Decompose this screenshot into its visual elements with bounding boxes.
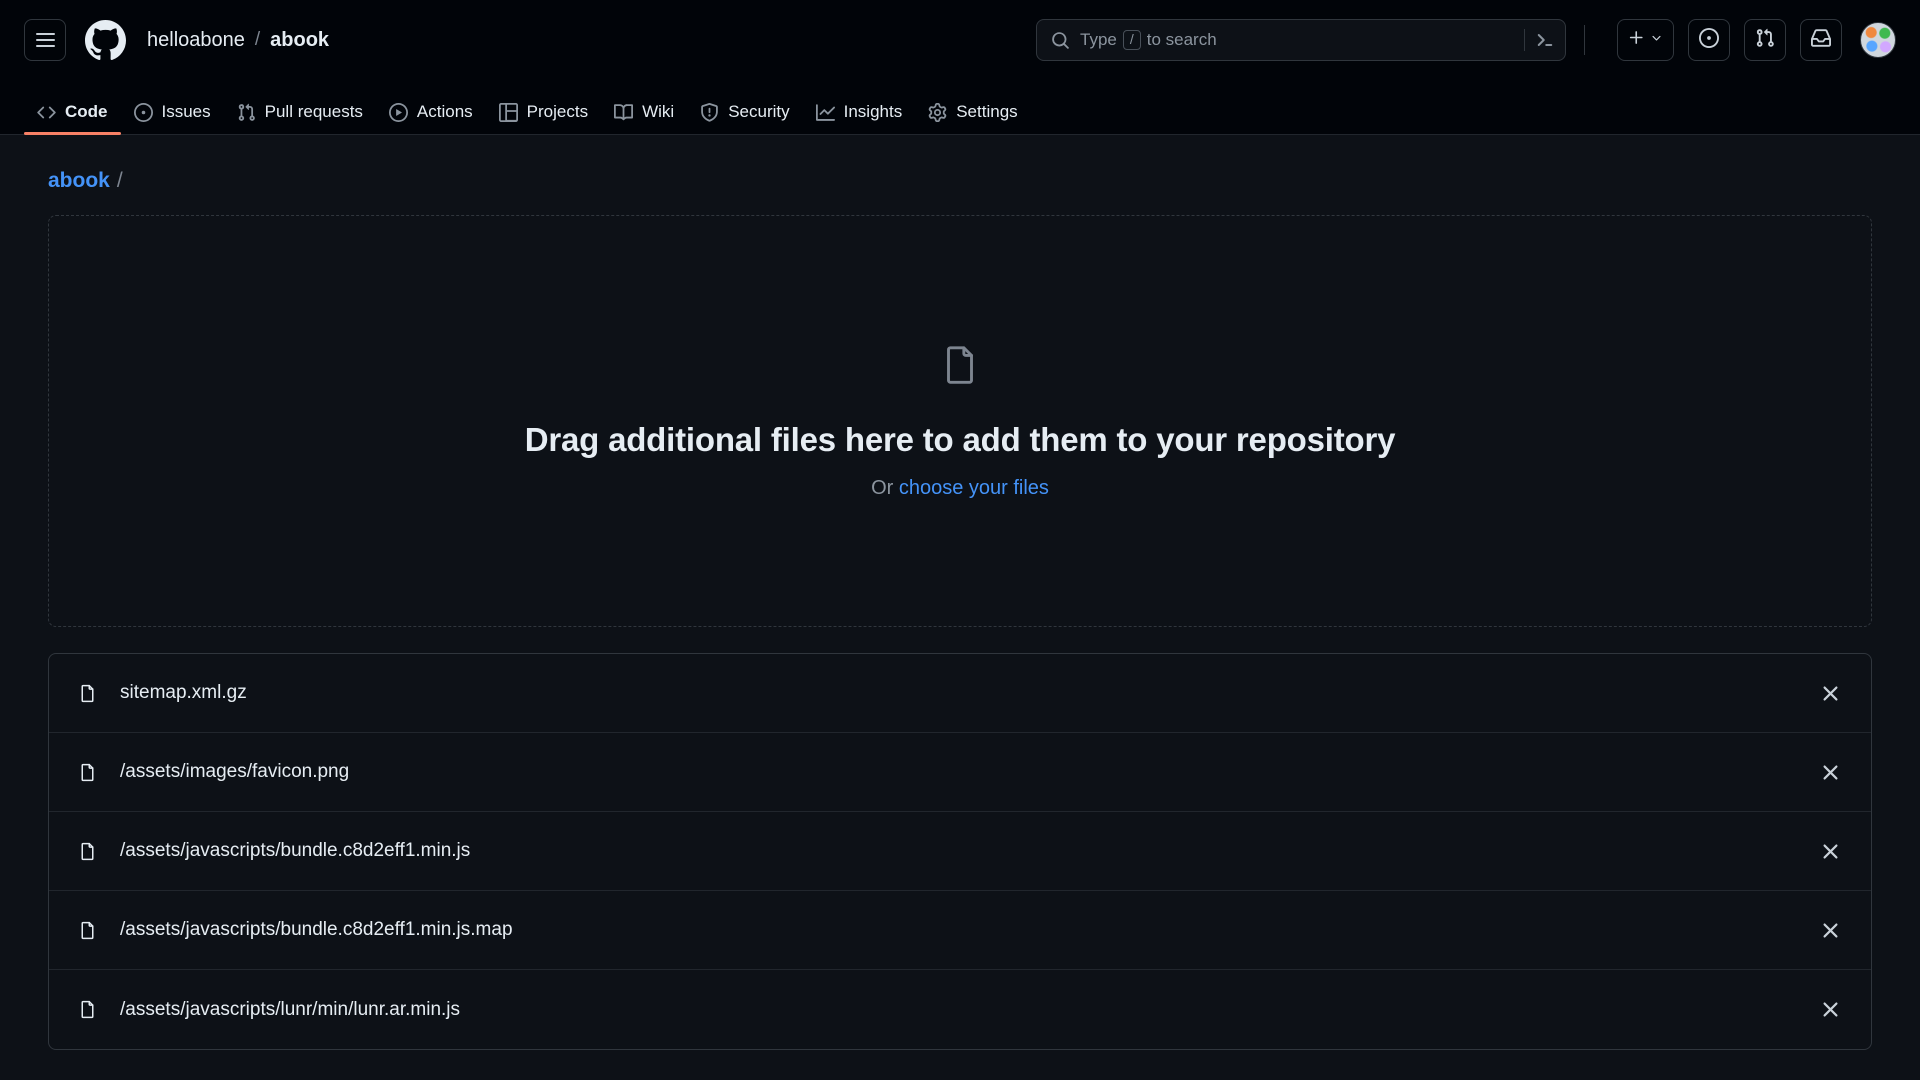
- search-placeholder: Type / to search: [1080, 30, 1524, 50]
- repo-navigation: Code Issues Pull requests Actions Projec…: [0, 80, 1920, 135]
- command-palette-icon[interactable]: [1535, 30, 1555, 50]
- issue-opened-icon: [1699, 27, 1719, 53]
- search-icon: [1051, 31, 1070, 50]
- file-name: /assets/javascripts/bundle.c8d2eff1.min.…: [120, 840, 471, 861]
- tab-insights[interactable]: Insights: [803, 102, 916, 134]
- uploaded-file-list: sitemap.xml.gz /assets/images/favicon.pn…: [48, 653, 1872, 1050]
- search-placeholder-prefix: Type: [1080, 30, 1117, 49]
- breadcrumb-owner[interactable]: helloabone: [147, 29, 245, 52]
- header-repo-breadcrumb: helloabone / abook: [147, 29, 329, 52]
- file-icon: [77, 920, 98, 941]
- list-item: /assets/images/favicon.png: [49, 733, 1871, 812]
- code-icon: [37, 103, 56, 122]
- issues-button[interactable]: [1688, 19, 1730, 61]
- search-divider: [1524, 29, 1525, 51]
- tab-label: Actions: [416, 102, 473, 121]
- choose-files-link[interactable]: choose your files: [899, 477, 1049, 499]
- issue-opened-icon: [133, 102, 153, 122]
- github-mark-icon[interactable]: [85, 19, 126, 61]
- tab-label: Projects: [526, 102, 589, 121]
- tab-label: Pull requests: [264, 102, 363, 121]
- chevron-down-icon: [1650, 31, 1663, 49]
- file-icon: [77, 683, 98, 704]
- tab-wiki[interactable]: Wiki: [601, 102, 687, 134]
- list-item: /assets/javascripts/bundle.c8d2eff1.min.…: [49, 812, 1871, 891]
- pull-requests-button[interactable]: [1744, 19, 1786, 61]
- tab-label: Issues: [161, 102, 211, 121]
- close-icon[interactable]: [1813, 993, 1847, 1027]
- file-icon: [77, 762, 98, 783]
- breadcrumb-repo[interactable]: abook: [270, 29, 329, 52]
- hamburger-bar: [35, 45, 55, 47]
- inbox-icon: [1811, 28, 1831, 53]
- close-icon[interactable]: [1813, 755, 1847, 789]
- breadcrumb-root-link[interactable]: abook: [48, 169, 110, 193]
- file-name: /assets/images/favicon.png: [120, 761, 350, 782]
- table-icon: [498, 102, 518, 122]
- close-icon[interactable]: [1813, 913, 1847, 947]
- global-header: helloabone / abook Type / to search: [0, 0, 1920, 80]
- create-new-button[interactable]: [1617, 19, 1674, 61]
- tab-projects[interactable]: Projects: [486, 102, 601, 134]
- breadcrumb: abook /: [48, 135, 1872, 215]
- hamburger-menu-icon[interactable]: [24, 19, 66, 61]
- tab-security[interactable]: Security: [687, 102, 802, 134]
- play-icon: [388, 102, 408, 122]
- tab-label: Settings: [956, 102, 1018, 121]
- search-input[interactable]: Type / to search: [1036, 19, 1566, 61]
- plus-icon: [1628, 29, 1645, 51]
- list-item: /assets/javascripts/bundle.c8d2eff1.min.…: [49, 891, 1871, 970]
- graph-icon: [815, 103, 835, 122]
- git-pull-request-icon: [1755, 28, 1775, 53]
- file-name: sitemap.xml.gz: [120, 682, 247, 703]
- file-dropzone[interactable]: Drag additional files here to add them t…: [48, 215, 1872, 627]
- dropzone-or-text: Or: [871, 477, 894, 499]
- close-icon[interactable]: [1813, 676, 1847, 710]
- tab-label: Insights: [843, 102, 903, 121]
- hamburger-bar: [35, 33, 55, 35]
- list-item: sitemap.xml.gz: [49, 654, 1871, 733]
- list-item: /assets/javascripts/lunr/min/lunr.ar.min…: [49, 970, 1871, 1049]
- git-pull-request-icon: [237, 103, 256, 122]
- tab-settings[interactable]: Settings: [915, 102, 1030, 134]
- close-icon[interactable]: [1813, 834, 1847, 868]
- gear-icon: [928, 102, 947, 122]
- notifications-button[interactable]: [1800, 19, 1842, 61]
- tab-label: Security: [728, 102, 790, 121]
- shield-icon: [700, 102, 719, 122]
- book-icon: [614, 103, 634, 122]
- main-content: abook / Drag additional files here to ad…: [0, 135, 1920, 1050]
- tab-issues[interactable]: Issues: [121, 102, 224, 134]
- tab-code[interactable]: Code: [24, 102, 121, 135]
- tab-label: Code: [65, 102, 108, 121]
- avatar[interactable]: [1860, 22, 1896, 58]
- tab-label: Wiki: [642, 102, 675, 121]
- tab-actions[interactable]: Actions: [376, 102, 486, 134]
- dropzone-subtitle: Or choose your files: [871, 477, 1049, 500]
- search-slash-key: /: [1122, 30, 1141, 50]
- tab-pull-requests[interactable]: Pull requests: [224, 102, 376, 134]
- file-icon: [77, 841, 98, 862]
- dropzone-title: Drag additional files here to add them t…: [524, 421, 1396, 458]
- breadcrumb-separator: /: [254, 29, 261, 50]
- search-placeholder-suffix: to search: [1146, 30, 1217, 49]
- hamburger-bar: [35, 39, 55, 41]
- file-name: /assets/javascripts/bundle.c8d2eff1.min.…: [120, 919, 513, 940]
- header-divider: [1584, 25, 1585, 55]
- file-icon: [77, 999, 98, 1020]
- file-name: /assets/javascripts/lunr/min/lunr.ar.min…: [120, 998, 461, 1020]
- breadcrumb-separator: /: [116, 169, 123, 192]
- file-icon: [937, 342, 983, 393]
